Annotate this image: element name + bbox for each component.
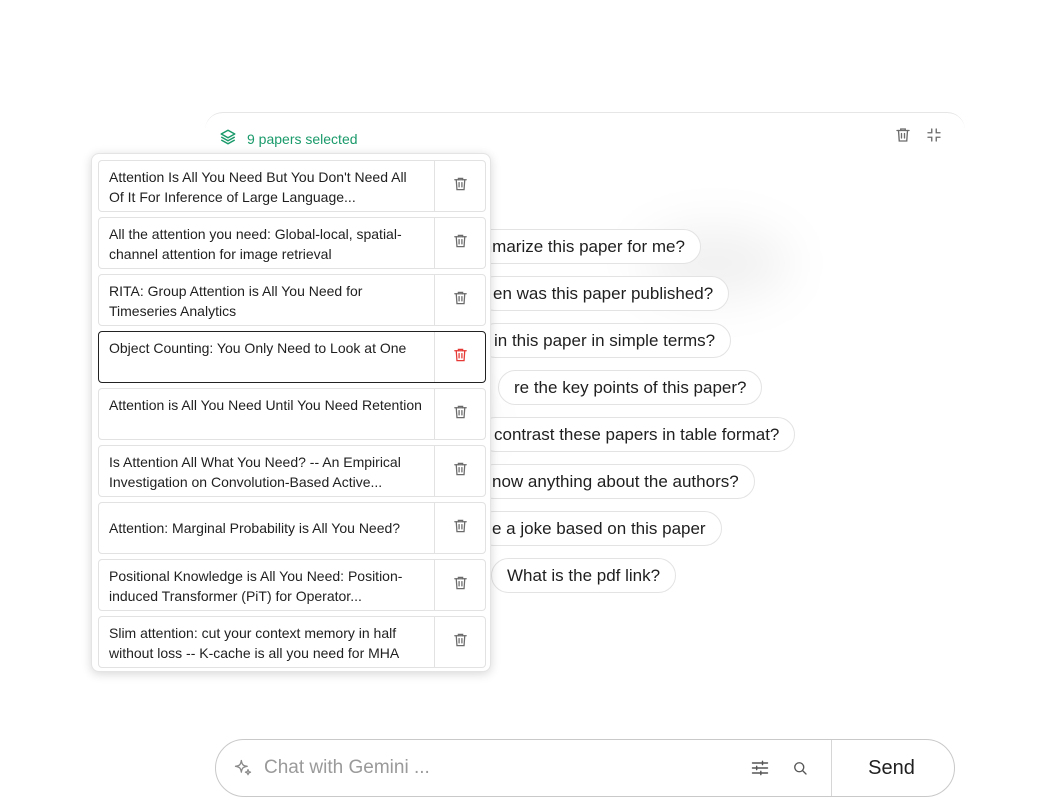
paper-title[interactable]: Attention: Marginal Probability is All Y…	[99, 503, 434, 553]
remove-paper-button[interactable]	[434, 218, 485, 268]
trash-icon	[452, 346, 469, 369]
paper-item: Is Attention All What You Need? -- An Em…	[98, 445, 486, 497]
trash-icon	[452, 631, 469, 654]
search-icon[interactable]	[789, 757, 811, 779]
paper-title[interactable]: Is Attention All What You Need? -- An Em…	[99, 446, 434, 496]
paper-item: Attention: Marginal Probability is All Y…	[98, 502, 486, 554]
paper-title[interactable]: Attention is All You Need Until You Need…	[99, 389, 434, 439]
trash-icon	[452, 403, 469, 426]
suggestion-chip[interactable]: contrast these papers in table format?	[478, 417, 796, 452]
tune-icon[interactable]	[749, 757, 771, 779]
suggestion-chip[interactable]: now anything about the authors?	[476, 464, 755, 499]
clear-selection-button[interactable]	[893, 127, 913, 147]
remove-paper-button[interactable]	[434, 617, 485, 667]
paper-title[interactable]: Attention Is All You Need But You Don't …	[99, 161, 434, 211]
trash-icon	[452, 232, 469, 255]
papers-selected-label: 9 papers selected	[247, 130, 358, 147]
paper-title[interactable]: Positional Knowledge is All You Need: Po…	[99, 560, 434, 610]
paper-item: Attention is All You Need Until You Need…	[98, 388, 486, 440]
paper-item: Slim attention: cut your context memory …	[98, 616, 486, 668]
suggestion-chip[interactable]: e a joke based on this paper	[476, 511, 722, 546]
paper-title[interactable]: Slim attention: cut your context memory …	[99, 617, 434, 667]
paper-title[interactable]: Object Counting: You Only Need to Look a…	[99, 332, 434, 382]
chat-page: 9 papers selected mmarize this paper for…	[0, 0, 1057, 808]
chat-input[interactable]	[264, 757, 734, 779]
remove-paper-button[interactable]	[434, 161, 485, 211]
trash-icon	[894, 126, 912, 149]
papers-selected-toggle[interactable]: 9 papers selected	[219, 128, 358, 149]
paper-item: Attention Is All You Need But You Don't …	[98, 160, 486, 212]
chat-input-bar: Send	[215, 739, 955, 797]
suggestion-chip[interactable]: What is the pdf link?	[491, 558, 677, 593]
paper-item-active: Object Counting: You Only Need to Look a…	[98, 331, 486, 383]
collapse-icon	[925, 126, 943, 149]
selected-papers-dropdown: Attention Is All You Need But You Don't …	[91, 153, 491, 672]
suggestion-chip[interactable]: in this paper in simple terms?	[478, 323, 732, 358]
suggestion-chip[interactable]: re the key points of this paper?	[498, 370, 763, 405]
trash-icon	[452, 517, 469, 540]
trash-icon	[452, 460, 469, 483]
suggestion-chip[interactable]: mmarize this paper for me?	[462, 229, 701, 264]
paper-title[interactable]: All the attention you need: Global-local…	[99, 218, 434, 268]
send-button[interactable]: Send	[831, 740, 951, 796]
paper-item: RITA: Group Attention is All You Need fo…	[98, 274, 486, 326]
paper-title[interactable]: RITA: Group Attention is All You Need fo…	[99, 275, 434, 325]
remove-paper-button[interactable]	[434, 503, 485, 553]
remove-paper-button[interactable]	[434, 389, 485, 439]
trash-icon	[452, 574, 469, 597]
remove-paper-button[interactable]	[434, 560, 485, 610]
sparkle-icon	[232, 757, 254, 779]
remove-paper-button[interactable]	[434, 332, 485, 382]
remove-paper-button[interactable]	[434, 446, 485, 496]
collapse-button[interactable]	[924, 127, 944, 147]
paper-item: All the attention you need: Global-local…	[98, 217, 486, 269]
panel-actions	[893, 127, 944, 147]
suggestion-chip[interactable]: en was this paper published?	[477, 276, 730, 311]
trash-icon	[452, 175, 469, 198]
paper-item: Positional Knowledge is All You Need: Po…	[98, 559, 486, 611]
remove-paper-button[interactable]	[434, 275, 485, 325]
trash-icon	[452, 289, 469, 312]
layers-icon	[219, 128, 237, 149]
